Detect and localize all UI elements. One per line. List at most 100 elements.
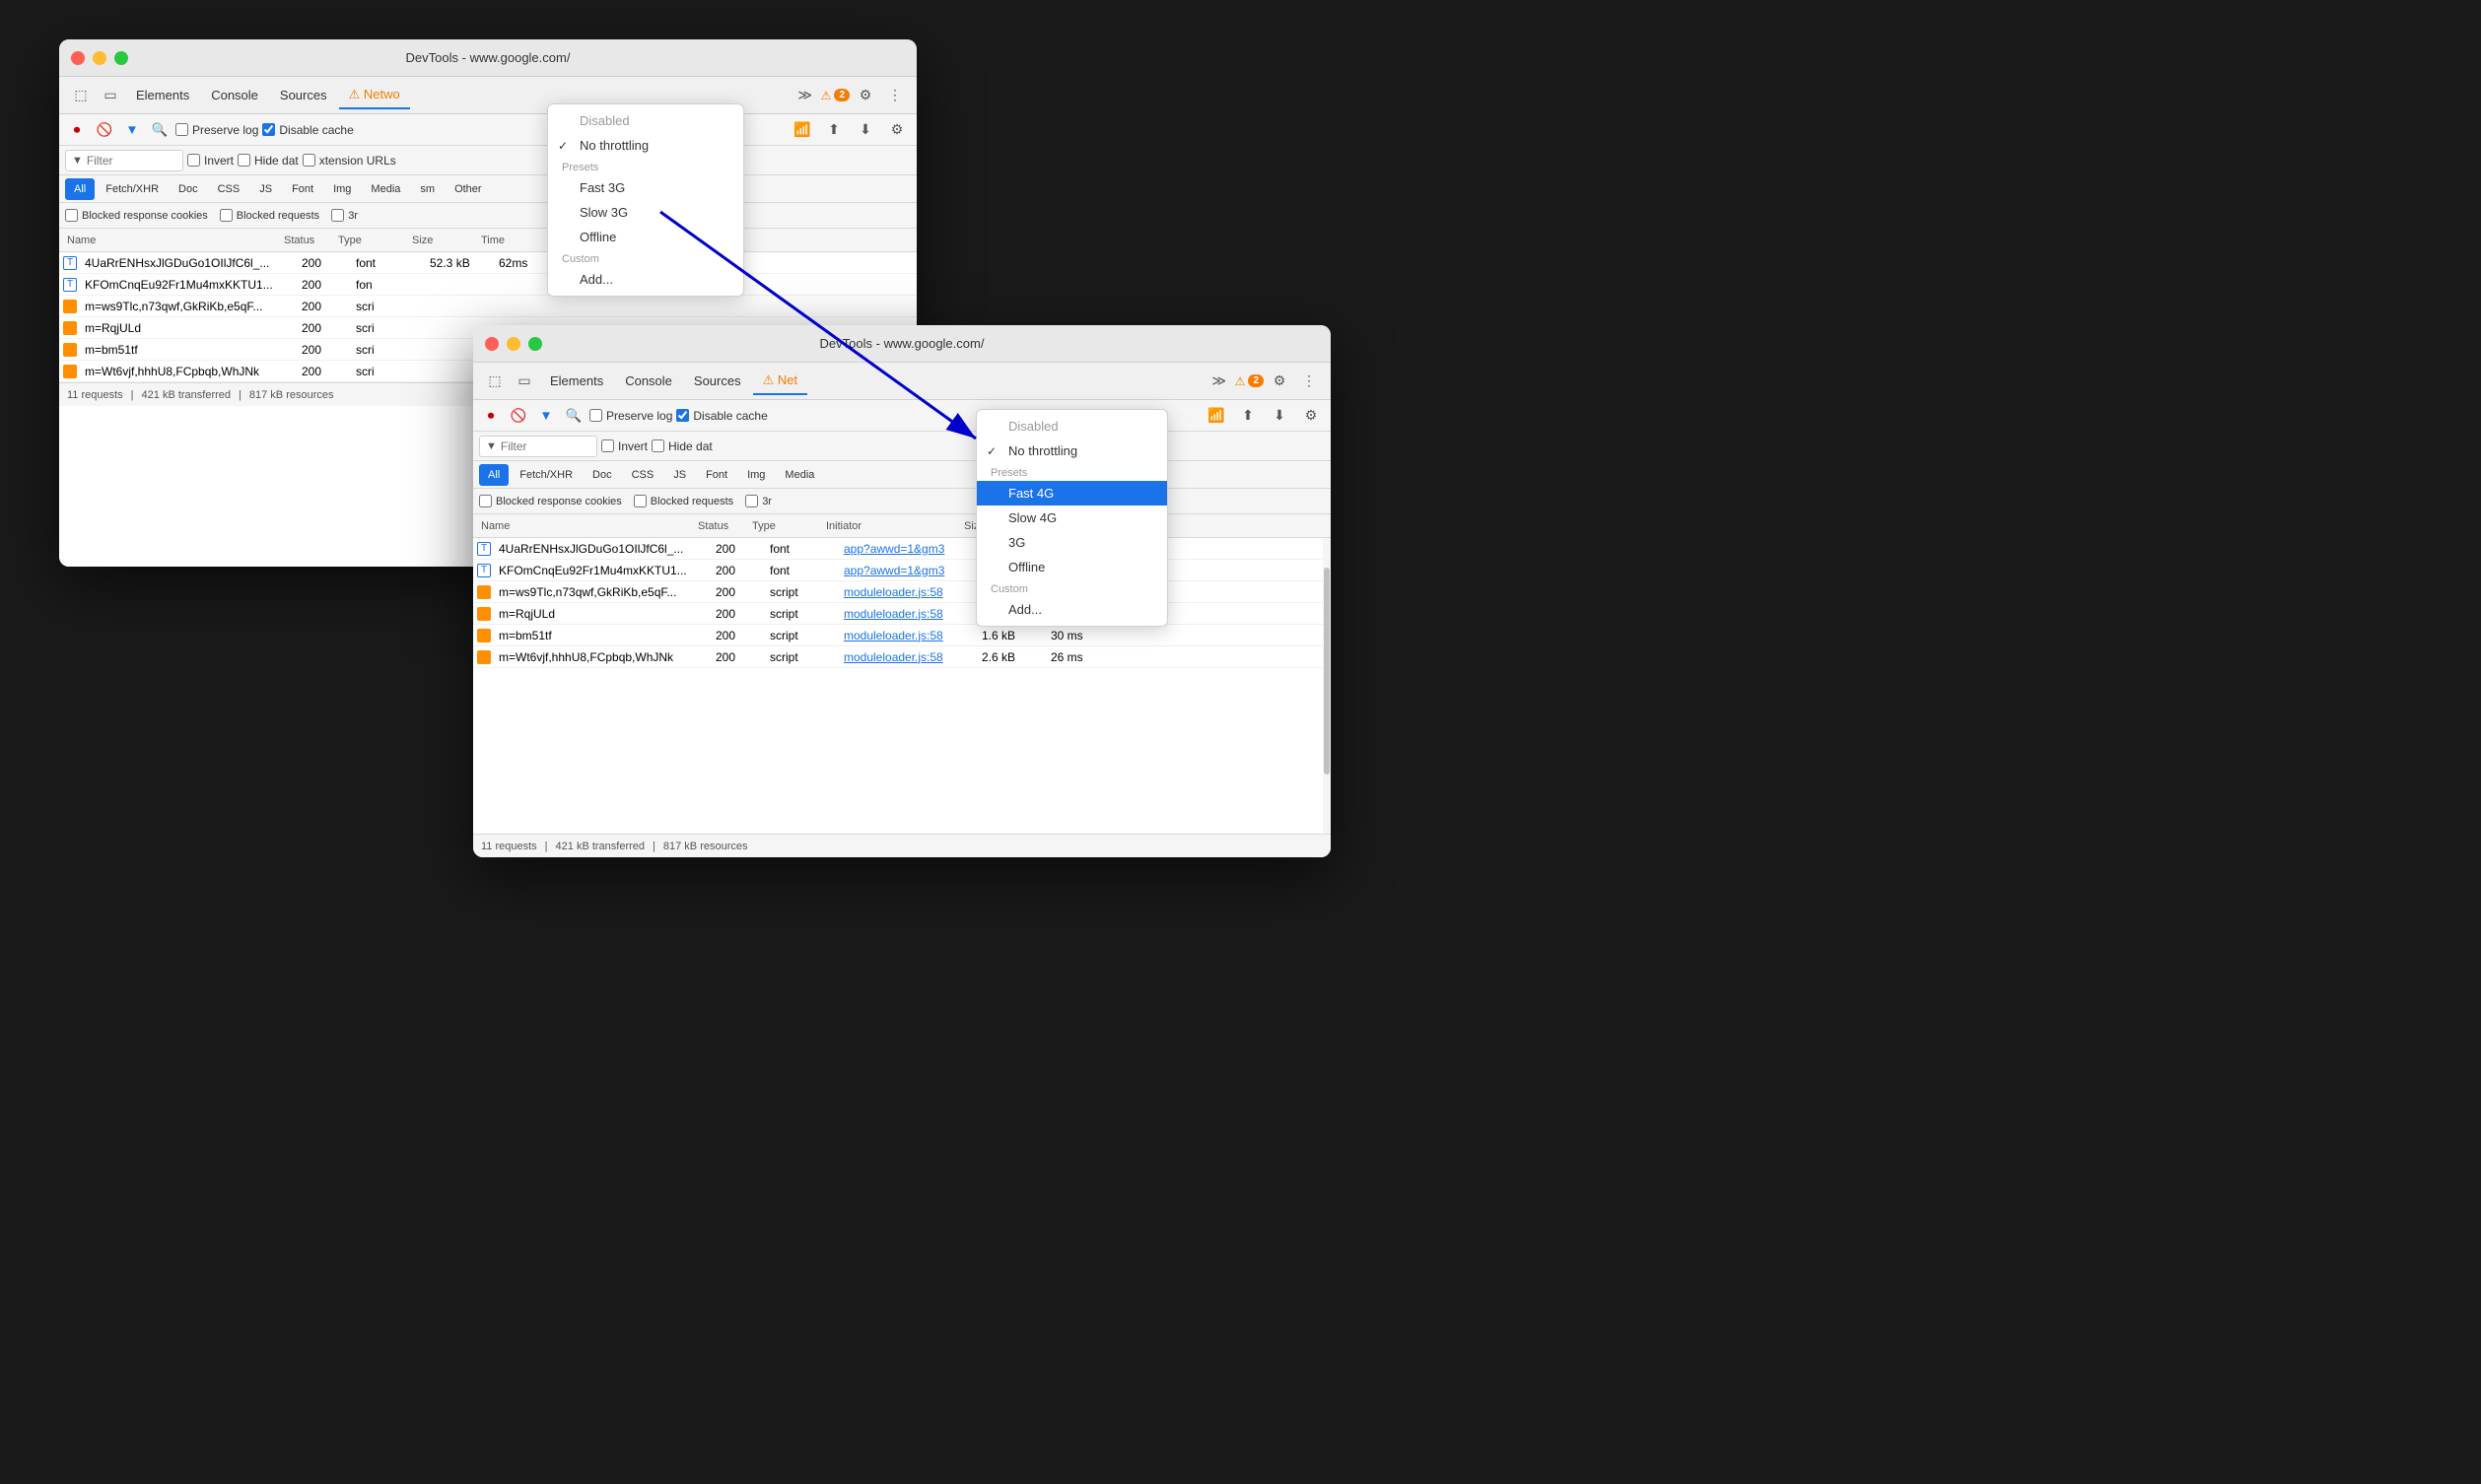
blocked-cookies-checkbox-2[interactable] xyxy=(479,495,492,507)
tab-network-2[interactable]: ⚠ Net xyxy=(753,368,808,395)
menu-no-throttling-1[interactable]: No throttling xyxy=(548,133,743,158)
invert-checkbox-1[interactable] xyxy=(187,154,200,167)
more-tabs-icon-2[interactable]: ≫ xyxy=(1206,368,1233,395)
search-icon-2[interactable]: 🔍 xyxy=(562,404,586,428)
invert-checkbox-2[interactable] xyxy=(601,439,614,452)
preserve-log-checkbox-1[interactable] xyxy=(175,123,188,136)
blocked-3r-checkbox-2[interactable] xyxy=(745,495,758,507)
tab-elements-1[interactable]: Elements xyxy=(126,82,199,109)
close-button-1[interactable] xyxy=(71,51,85,65)
row-initiator-2-4[interactable]: moduleloader.js:58 xyxy=(840,607,978,621)
type-media-2[interactable]: Media xyxy=(776,464,823,486)
tab-elements-2[interactable]: Elements xyxy=(540,368,613,395)
more-tabs-icon-1[interactable]: ≫ xyxy=(792,82,819,109)
minimize-button-1[interactable] xyxy=(93,51,106,65)
table-row[interactable]: T 4UaRrENHsxJlGDuGo1OIlJfC6l_... 200 fon… xyxy=(473,538,1331,560)
filter-icon-1[interactable]: ▼ xyxy=(120,118,144,142)
disable-cache-label-2[interactable]: Disable cache xyxy=(676,409,767,423)
blocked-requests-label-2[interactable]: Blocked requests xyxy=(634,495,733,507)
hide-data-checkbox-1[interactable] xyxy=(238,154,250,167)
close-button-2[interactable] xyxy=(485,337,499,351)
menu-slow3g-1[interactable]: Slow 3G xyxy=(548,200,743,225)
menu-fast3g-1[interactable]: Fast 3G xyxy=(548,175,743,200)
invert-label-2[interactable]: Invert xyxy=(601,439,648,453)
type-css-2[interactable]: CSS xyxy=(623,464,663,486)
tab-console-2[interactable]: Console xyxy=(615,368,682,395)
upload-icon-1[interactable]: ⬆ xyxy=(820,116,848,144)
settings-icon-2[interactable]: ⚙ xyxy=(1266,368,1293,395)
filter-input-2[interactable] xyxy=(501,439,589,453)
row-initiator-2-2[interactable]: app?awwd=1&gm3 xyxy=(840,564,978,577)
blocked-cookies-label-1[interactable]: Blocked response cookies xyxy=(65,209,208,222)
type-img-2[interactable]: Img xyxy=(738,464,774,486)
table-row[interactable]: m=RqjULd 200 script moduleloader.js:58 7… xyxy=(473,603,1331,625)
type-js-1[interactable]: JS xyxy=(250,178,281,200)
row-initiator-2-3[interactable]: moduleloader.js:58 xyxy=(840,585,978,599)
menu-add-1[interactable]: Add... xyxy=(548,267,743,292)
table-row[interactable]: T KFOmCnqEu92Fr1Mu4mxKKTU1... 200 font a… xyxy=(473,560,1331,581)
type-other-1[interactable]: Other xyxy=(446,178,491,200)
maximize-button-2[interactable] xyxy=(528,337,542,351)
preserve-log-checkbox-2[interactable] xyxy=(589,409,602,422)
type-fetch-1[interactable]: Fetch/XHR xyxy=(97,178,168,200)
download-icon-2[interactable]: ⬇ xyxy=(1266,402,1293,430)
blocked-requests-checkbox-2[interactable] xyxy=(634,495,647,507)
menu-offline-2[interactable]: Offline xyxy=(977,555,1167,579)
tab-sources-1[interactable]: Sources xyxy=(270,82,337,109)
menu-fast4g-2[interactable]: Fast 4G xyxy=(977,481,1167,506)
device-icon[interactable]: ▭ xyxy=(97,82,124,109)
tab-sources-2[interactable]: Sources xyxy=(684,368,751,395)
disable-cache-checkbox-2[interactable] xyxy=(676,409,689,422)
clear-btn-2[interactable]: 🚫 xyxy=(507,404,530,428)
more-options-icon-2[interactable]: ⋮ xyxy=(1295,368,1323,395)
hide-data-label-2[interactable]: Hide dat xyxy=(652,439,713,453)
extension-urls-label-1[interactable]: xtension URLs xyxy=(303,154,396,168)
blocked-cookies-checkbox-1[interactable] xyxy=(65,209,78,222)
blocked-3r-label-1[interactable]: 3r xyxy=(331,209,358,222)
disable-cache-label-1[interactable]: Disable cache xyxy=(262,123,353,137)
wifi-icon-2[interactable]: 📶 xyxy=(1203,402,1230,430)
type-all-2[interactable]: All xyxy=(479,464,509,486)
row-initiator-2-6[interactable]: moduleloader.js:58 xyxy=(840,650,978,664)
menu-offline-1[interactable]: Offline xyxy=(548,225,743,249)
network-settings-icon-2[interactable]: ⚙ xyxy=(1297,402,1325,430)
table-row[interactable]: T KFOmCnqEu92Fr1Mu4mxKKTU1... 200 fon xyxy=(59,274,917,296)
hide-data-checkbox-2[interactable] xyxy=(652,439,664,452)
type-media-1[interactable]: Media xyxy=(362,178,409,200)
menu-slow4g-2[interactable]: Slow 4G xyxy=(977,506,1167,530)
extension-urls-checkbox-1[interactable] xyxy=(303,154,315,167)
menu-add-2[interactable]: Add... xyxy=(977,597,1167,622)
record-btn-1[interactable]: ⏺ xyxy=(65,118,89,142)
more-options-icon-1[interactable]: ⋮ xyxy=(881,82,909,109)
tab-console-1[interactable]: Console xyxy=(201,82,268,109)
record-btn-2[interactable]: ⏺ xyxy=(479,404,503,428)
settings-icon-1[interactable]: ⚙ xyxy=(852,82,879,109)
table-row[interactable]: m=Wt6vjf,hhhU8,FCpbqb,WhJNk 200 script m… xyxy=(473,646,1331,668)
table-row[interactable]: m=ws9Tlc,n73qwf,GkRiKb,e5qF... 200 scri xyxy=(59,296,917,317)
type-css-1[interactable]: CSS xyxy=(209,178,249,200)
blocked-cookies-label-2[interactable]: Blocked response cookies xyxy=(479,495,622,507)
type-js-2[interactable]: JS xyxy=(664,464,695,486)
invert-label-1[interactable]: Invert xyxy=(187,154,234,168)
blocked-3r-label-2[interactable]: 3r xyxy=(745,495,772,507)
row-initiator-2-5[interactable]: moduleloader.js:58 xyxy=(840,629,978,642)
type-img-1[interactable]: Img xyxy=(324,178,360,200)
download-icon-1[interactable]: ⬇ xyxy=(852,116,879,144)
type-doc-2[interactable]: Doc xyxy=(584,464,621,486)
type-fetch-2[interactable]: Fetch/XHR xyxy=(511,464,582,486)
blocked-requests-label-1[interactable]: Blocked requests xyxy=(220,209,319,222)
inspect-icon-2[interactable]: ⬚ xyxy=(481,368,509,395)
upload-icon-2[interactable]: ⬆ xyxy=(1234,402,1262,430)
network-settings-icon-1[interactable]: ⚙ xyxy=(883,116,911,144)
type-font-1[interactable]: Font xyxy=(283,178,322,200)
preserve-log-label-1[interactable]: Preserve log xyxy=(175,123,258,137)
maximize-button-1[interactable] xyxy=(114,51,128,65)
device-icon-2[interactable]: ▭ xyxy=(511,368,538,395)
table-row[interactable]: m=bm51tf 200 script moduleloader.js:58 1… xyxy=(473,625,1331,646)
hide-data-label-1[interactable]: Hide dat xyxy=(238,154,299,168)
tab-network-1[interactable]: ⚠ Netwo xyxy=(339,82,410,109)
wifi-icon-1[interactable]: 📶 xyxy=(789,116,816,144)
menu-no-throttling-2[interactable]: No throttling xyxy=(977,438,1167,463)
minimize-button-2[interactable] xyxy=(507,337,520,351)
table-row[interactable]: m=ws9Tlc,n73qwf,GkRiKb,e5qF... 200 scrip… xyxy=(473,581,1331,603)
